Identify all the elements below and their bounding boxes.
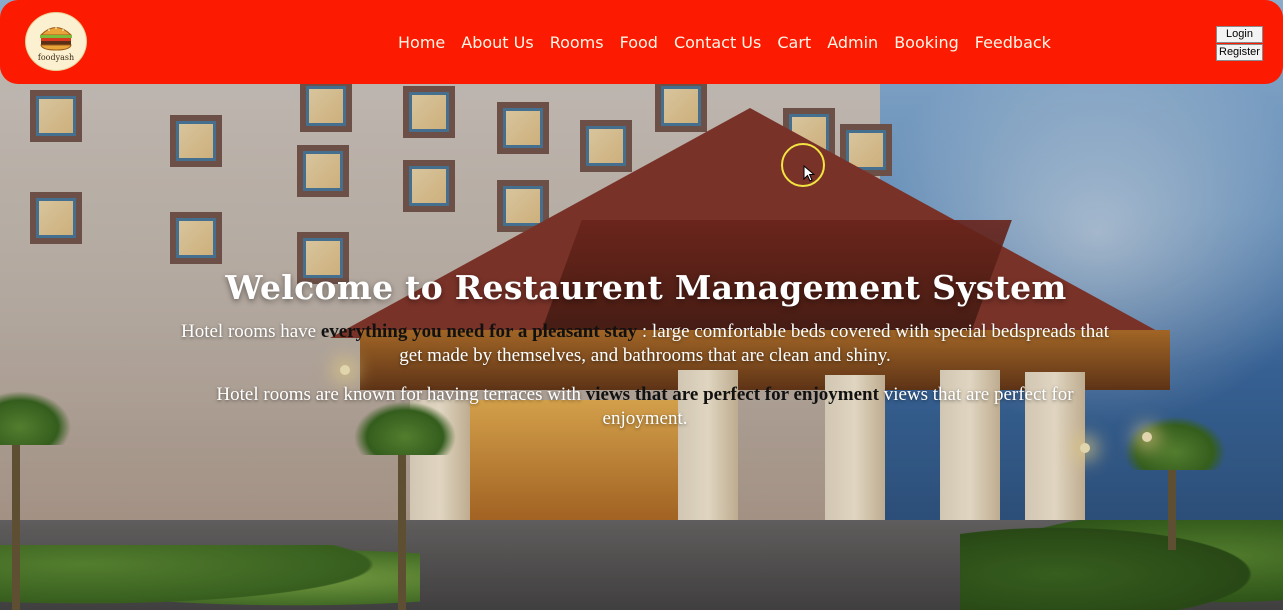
hero-paragraph-1-bold: everything you need for a pleasant stay <box>320 321 638 342</box>
hero-paragraph-2-text: Hotel rooms are known for having terrace… <box>216 384 586 405</box>
login-button[interactable]: Login <box>1216 26 1263 43</box>
brand-logo[interactable]: foodyash <box>25 12 87 71</box>
nav-feedback[interactable]: Feedback <box>967 33 1059 52</box>
hero-paragraph-1: Hotel rooms have everything you need for… <box>180 320 1110 368</box>
brand-name: foodyash <box>37 52 75 62</box>
nav-home[interactable]: Home <box>390 33 453 52</box>
nav-rooms[interactable]: Rooms <box>542 33 612 52</box>
cursor-arrow-icon <box>803 165 815 182</box>
nav-booking[interactable]: Booking <box>886 33 967 52</box>
nav-admin[interactable]: Admin <box>819 33 886 52</box>
nav-contact-us[interactable]: Contact Us <box>666 33 769 52</box>
hero-paragraph-2: Hotel rooms are known for having terrace… <box>180 383 1110 431</box>
auth-buttons: Login Register <box>1216 26 1263 61</box>
nav-about-us[interactable]: About Us <box>453 33 541 52</box>
navbar: foodyash Home About Us Rooms Food Contac… <box>0 0 1283 84</box>
register-button[interactable]: Register <box>1216 44 1263 61</box>
main-nav: Home About Us Rooms Food Contact Us Cart… <box>390 28 1059 56</box>
nav-cart[interactable]: Cart <box>769 33 819 52</box>
burger-icon <box>39 26 73 51</box>
hero-title: Welcome to Restaurent Management System <box>225 268 1067 307</box>
nav-food[interactable]: Food <box>612 33 666 52</box>
hero-paragraph-1-text: Hotel rooms have <box>181 321 321 342</box>
hero-paragraph-2-bold: views that are perfect for enjoyment <box>585 384 879 405</box>
